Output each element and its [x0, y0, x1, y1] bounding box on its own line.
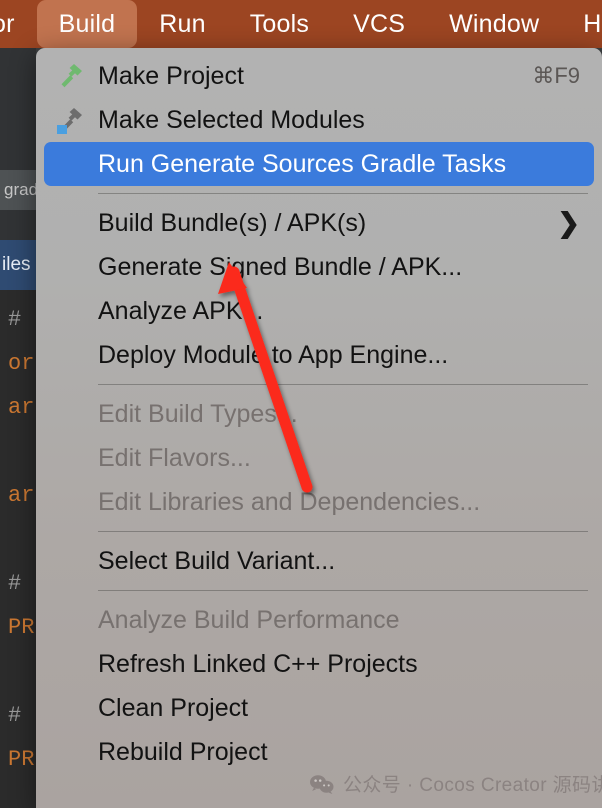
menu-item-shortcut: ⌘F9	[532, 63, 580, 88]
menubar-item-run[interactable]: Run	[137, 0, 227, 48]
editor-tab-selected[interactable]: iles	[0, 240, 36, 290]
menubar-item-vcs[interactable]: VCS	[331, 0, 427, 48]
menu-item-run-generate-sources-gradle-tasks[interactable]: Run Generate Sources Gradle Tasks	[44, 142, 594, 186]
code-line: #	[8, 703, 22, 728]
build-dropdown-menu: Make Project ⌘F9 Make Selected Modules Run …	[36, 48, 602, 808]
menubar-item-window[interactable]: Window	[427, 0, 561, 48]
chevron-right-icon: ❯	[557, 207, 580, 238]
menubar-item-build[interactable]: Build	[36, 0, 138, 48]
menu-item-edit-build-types: Edit Build Types...	[36, 392, 602, 436]
menu-item-generate-signed-bundle-apk[interactable]: Generate Signed Bundle / APK...	[36, 245, 602, 289]
menu-item-label: Run Generate Sources Gradle Tasks	[98, 149, 507, 178]
menu-item-label: Analyze APK...	[98, 296, 264, 325]
menu-item-refresh-linked-c-projects[interactable]: Refresh Linked C++ Projects	[36, 642, 602, 686]
code-line: PR	[8, 615, 35, 640]
watermark-text: 公众号 · Cocos Creator 源码讲解	[343, 775, 602, 796]
code-line: PR	[8, 747, 35, 772]
menu-item-build-bundle-s-apk-s[interactable]: Build Bundle(s) / APK(s) ❯	[36, 201, 602, 245]
menu-item-edit-libraries-and-dependencies: Edit Libraries and Dependencies...	[36, 480, 602, 524]
menu-item-analyze-build-performance: Analyze Build Performance	[36, 598, 602, 642]
editor-tab-selected-label: iles	[2, 254, 31, 275]
menubar-item-or[interactable]: or	[0, 0, 37, 48]
menu-item-label: Make Project	[98, 61, 244, 90]
menu-item-deploy-module-to-app-engine[interactable]: Deploy Module to App Engine...	[36, 333, 602, 377]
menu-separator	[98, 384, 588, 385]
menu-item-label: Edit Libraries and Dependencies...	[98, 487, 481, 516]
menu-item-make-project[interactable]: Make Project ⌘F9	[36, 54, 602, 98]
editor-tab-gradle[interactable]: grad	[0, 170, 36, 210]
menu-item-label: Generate Signed Bundle / APK...	[98, 252, 463, 281]
editor-tab-label: grad	[4, 180, 36, 199]
menu-item-label: Make Selected Modules	[98, 105, 365, 134]
code-line: ar	[8, 483, 35, 508]
menu-item-analyze-apk[interactable]: Analyze APK...	[36, 289, 602, 333]
editor-code-area[interactable]: # or ar ar # PR # PR	[0, 290, 36, 808]
code-line: ar	[8, 395, 35, 420]
menu-item-edit-flavors: Edit Flavors...	[36, 436, 602, 480]
menu-item-label: Analyze Build Performance	[98, 605, 400, 634]
code-line: or	[8, 351, 35, 376]
menubar-item-tools[interactable]: Tools	[228, 0, 331, 48]
code-line: #	[8, 307, 22, 332]
wechat-icon	[310, 774, 334, 794]
menu-separator	[98, 590, 588, 591]
menu-item-make-selected-modules[interactable]: Make Selected Modules	[36, 98, 602, 142]
menu-bar: orBuildRunToolsVCSWindowH	[0, 0, 602, 48]
menu-item-label: Build Bundle(s) / APK(s)	[98, 208, 367, 237]
menu-separator	[98, 531, 588, 532]
menubar-item-h[interactable]: H	[561, 0, 602, 48]
menu-item-label: Rebuild Project	[98, 737, 268, 766]
menu-item-label: Refresh Linked C++ Projects	[98, 649, 418, 678]
menu-item-rebuild-project[interactable]: Rebuild Project	[36, 730, 602, 774]
code-line: #	[8, 571, 22, 596]
menu-item-label: Edit Flavors...	[98, 443, 251, 472]
menu-item-label: Deploy Module to App Engine...	[98, 340, 449, 369]
menu-item-select-build-variant[interactable]: Select Build Variant...	[36, 539, 602, 583]
menu-item-label: Select Build Variant...	[98, 546, 336, 575]
hammer-green-icon	[54, 60, 86, 92]
watermark: 公众号 · Cocos Creator 源码讲解	[310, 770, 602, 797]
menu-item-label: Edit Build Types...	[98, 399, 298, 428]
menu-item-label: Clean Project	[98, 693, 249, 722]
menu-separator	[98, 193, 588, 194]
menu-item-clean-project[interactable]: Clean Project	[36, 686, 602, 730]
hammer-module-icon	[54, 104, 86, 136]
